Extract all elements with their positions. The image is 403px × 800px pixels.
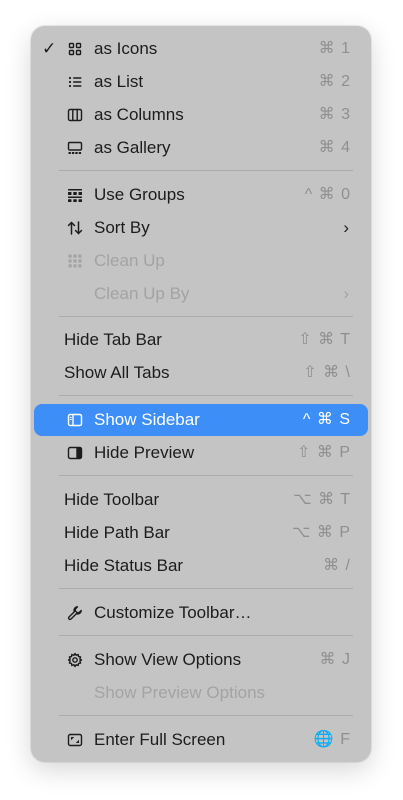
menu-item-label: Show All Tabs [64, 363, 170, 382]
sort-icon [67, 220, 83, 236]
menu-item-label: Clean Up By [94, 284, 190, 303]
menu-item-sort-by[interactable]: Sort By › [34, 212, 368, 244]
menu-item-label: Customize Toolbar… [94, 603, 252, 622]
menu-separator [59, 170, 353, 171]
menu-item-customize-toolbar[interactable]: Customize Toolbar… [34, 597, 368, 629]
keyboard-shortcut: ^ ⌘ S [302, 411, 351, 428]
wrench-icon [67, 605, 83, 621]
menu-item-label: Hide Preview [94, 443, 195, 462]
menu-item-label: Hide Tab Bar [64, 330, 162, 349]
menu-item-label: Enter Full Screen [94, 730, 226, 749]
menu-item-label: Sort By [94, 218, 150, 237]
menu-item-label: Hide Status Bar [64, 556, 184, 575]
menu-item-show-all-tabs[interactable]: Show All Tabs ⇧ ⌘ \ [34, 357, 368, 389]
menu-item-hide-toolbar[interactable]: Hide Toolbar ⌥ ⌘ T [34, 484, 368, 516]
fullscreen-icon [67, 732, 83, 748]
menu-separator [59, 316, 353, 317]
keyboard-shortcut: ⌘ 3 [318, 106, 351, 123]
gear-icon [67, 652, 83, 668]
menu-item-as-list[interactable]: as List ⌘ 2 [34, 66, 368, 98]
gallery-icon [67, 140, 83, 156]
menu-item-hide-path-bar[interactable]: Hide Path Bar ⌥ ⌘ P [34, 517, 368, 549]
menu-item-use-groups[interactable]: Use Groups ^ ⌘ 0 [34, 179, 368, 211]
keyboard-shortcut: 🌐 F [313, 731, 351, 748]
checkmark-icon: ✓ [42, 39, 57, 58]
list-icon [67, 74, 83, 90]
menu-item-show-sidebar[interactable]: Show Sidebar ^ ⌘ S [34, 404, 368, 436]
preview-pane-icon [67, 445, 83, 461]
menu-item-label: as Gallery [94, 138, 171, 157]
keyboard-shortcut: ⇧ ⌘ \ [303, 364, 351, 381]
menu-item-label: Show Preview Options [94, 683, 266, 702]
menu-item-label: as Columns [94, 105, 184, 124]
menu-item-enter-full-screen[interactable]: Enter Full Screen 🌐 F [34, 724, 368, 756]
menu-item-label: Hide Path Bar [64, 523, 170, 542]
sidebar-icon [67, 412, 83, 428]
chevron-right-icon: › [343, 218, 349, 237]
keyboard-shortcut: ^ ⌘ 0 [304, 186, 351, 203]
cleanup-grid-icon [67, 253, 83, 269]
menu-item-clean-up: Clean Up [34, 245, 368, 277]
menu-item-label: Hide Toolbar [64, 490, 160, 509]
menu-item-label: as Icons [94, 39, 158, 58]
keyboard-shortcut: ⌘ 2 [318, 73, 351, 90]
menu-item-label: Clean Up [94, 251, 165, 270]
menu-item-label: as List [94, 72, 144, 91]
groups-icon [67, 187, 83, 203]
menu-item-show-view-options[interactable]: Show View Options ⌘ J [34, 644, 368, 676]
keyboard-shortcut: ⇧ ⌘ P [297, 444, 351, 461]
menu-item-label: Use Groups [94, 185, 185, 204]
menu-item-clean-up-by: Clean Up By › [34, 278, 368, 310]
keyboard-shortcut: ⌘ 1 [318, 40, 351, 57]
menu-item-hide-status-bar[interactable]: Hide Status Bar ⌘ / [34, 550, 368, 582]
menu-separator [59, 588, 353, 589]
keyboard-shortcut: ⇧ ⌘ T [298, 331, 351, 348]
menu-item-hide-preview[interactable]: Hide Preview ⇧ ⌘ P [34, 437, 368, 469]
menu-item-as-icons[interactable]: ✓ as Icons ⌘ 1 [34, 33, 368, 65]
chevron-right-icon: › [343, 284, 349, 303]
menu-item-label: Show View Options [94, 650, 242, 669]
keyboard-shortcut: ⌘ / [323, 557, 351, 574]
menu-item-as-columns[interactable]: as Columns ⌘ 3 [34, 99, 368, 131]
menu-item-show-preview-options: Show Preview Options [34, 677, 368, 709]
menu-separator [59, 715, 353, 716]
grid-icon [67, 41, 83, 57]
menu-separator [59, 635, 353, 636]
menu-separator [59, 395, 353, 396]
menu-item-as-gallery[interactable]: as Gallery ⌘ 4 [34, 132, 368, 164]
view-menu: ✓ as Icons ⌘ 1 as List ⌘ 2 as Columns ⌘ … [31, 26, 371, 762]
columns-icon [67, 107, 83, 123]
menu-item-label: Show Sidebar [94, 410, 200, 429]
keyboard-shortcut: ⌥ ⌘ T [293, 491, 351, 508]
keyboard-shortcut: ⌘ J [319, 651, 351, 668]
keyboard-shortcut: ⌥ ⌘ P [292, 524, 351, 541]
menu-separator [59, 475, 353, 476]
menu-item-hide-tab-bar[interactable]: Hide Tab Bar ⇧ ⌘ T [34, 324, 368, 356]
keyboard-shortcut: ⌘ 4 [318, 139, 351, 156]
